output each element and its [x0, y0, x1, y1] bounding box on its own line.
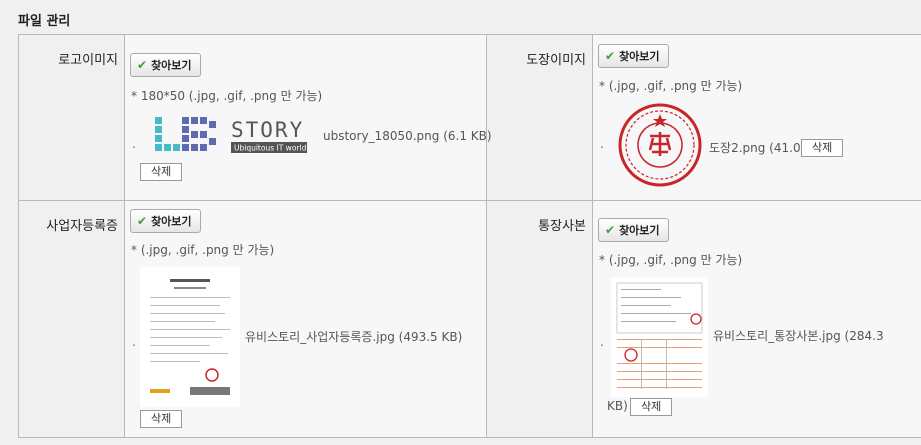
seal-browse-button[interactable]: ✔ 찾아보기 [598, 44, 669, 68]
business-registration-file-name: 유비스토리_사업자등록증.jpg (493.5 KB) [245, 330, 463, 344]
check-icon: ✔ [137, 58, 148, 72]
business-registration-delete-button[interactable]: 삭제 [140, 410, 183, 428]
logo-bullet: . [132, 137, 136, 151]
browse-button-label: 찾아보기 [619, 50, 660, 63]
browse-button-label: 찾아보기 [151, 215, 192, 228]
logo-image-label: 로고이미지 [18, 34, 125, 201]
document-scan-icon[interactable] [140, 267, 240, 407]
bankbook-scan-icon[interactable] [611, 277, 708, 397]
bankbook-file-name-wrap: KB) [607, 399, 628, 413]
seal-delete-button[interactable]: 삭제 [801, 139, 844, 157]
browse-button-label: 찾아보기 [151, 59, 192, 72]
file-management-table: 로고이미지 ✔ 찾아보기 * 180*50 (.jpg, .gif, .png … [18, 34, 921, 438]
company-seal-icon[interactable] [615, 102, 705, 188]
check-icon: ✔ [605, 223, 616, 237]
logo-brand-text: STORY [231, 118, 304, 142]
business-registration-label: 사업자등록증 [18, 200, 125, 438]
bankbook-file-name: 유비스토리_통장사본.jpg (284.3 [713, 329, 884, 343]
business-registration-bullet: . [132, 335, 136, 349]
check-icon: ✔ [137, 214, 148, 228]
bankbook-copy-cell: ✔ 찾아보기 * (.jpg, .gif, .png 만 가능) . 유비스토리… [592, 200, 921, 438]
logo-file-name: ubstory_18050.png (6.1 KB) [323, 129, 492, 143]
logo-tagline-text: Ubiquitous IT world [234, 144, 307, 153]
bankbook-hint: * (.jpg, .gif, .png 만 가능) [599, 253, 743, 267]
business-registration-hint: * (.jpg, .gif, .png 만 가능) [131, 243, 275, 257]
seal-image-cell: ✔ 찾아보기 * (.jpg, .gif, .png 만 가능) . 도장2.p… [592, 34, 921, 201]
bankbook-copy-label: 통장사본 [486, 200, 593, 438]
bankbook-browse-button[interactable]: ✔ 찾아보기 [598, 218, 669, 242]
seal-bullet: . [600, 137, 604, 151]
seal-hint: * (.jpg, .gif, .png 만 가능) [599, 79, 743, 93]
business-registration-cell: ✔ 찾아보기 * (.jpg, .gif, .png 만 가능) . 유비스토리… [124, 200, 487, 438]
ub-logo-icon[interactable]: STORY Ubiquitous IT world [152, 115, 309, 159]
page-title: 파일 관리 [18, 14, 71, 29]
check-icon: ✔ [605, 49, 616, 63]
logo-delete-button[interactable]: 삭제 [140, 163, 183, 181]
seal-image-label: 도장이미지 [486, 34, 593, 201]
logo-browse-button[interactable]: ✔ 찾아보기 [130, 53, 201, 77]
business-registration-browse-button[interactable]: ✔ 찾아보기 [130, 209, 201, 233]
logo-hint: * 180*50 (.jpg, .gif, .png 만 가능) [131, 89, 323, 103]
bankbook-delete-button[interactable]: 삭제 [630, 398, 673, 416]
bankbook-bullet: . [600, 335, 604, 349]
browse-button-label: 찾아보기 [619, 224, 660, 237]
logo-image-cell: ✔ 찾아보기 * 180*50 (.jpg, .gif, .png 만 가능) … [124, 34, 492, 201]
